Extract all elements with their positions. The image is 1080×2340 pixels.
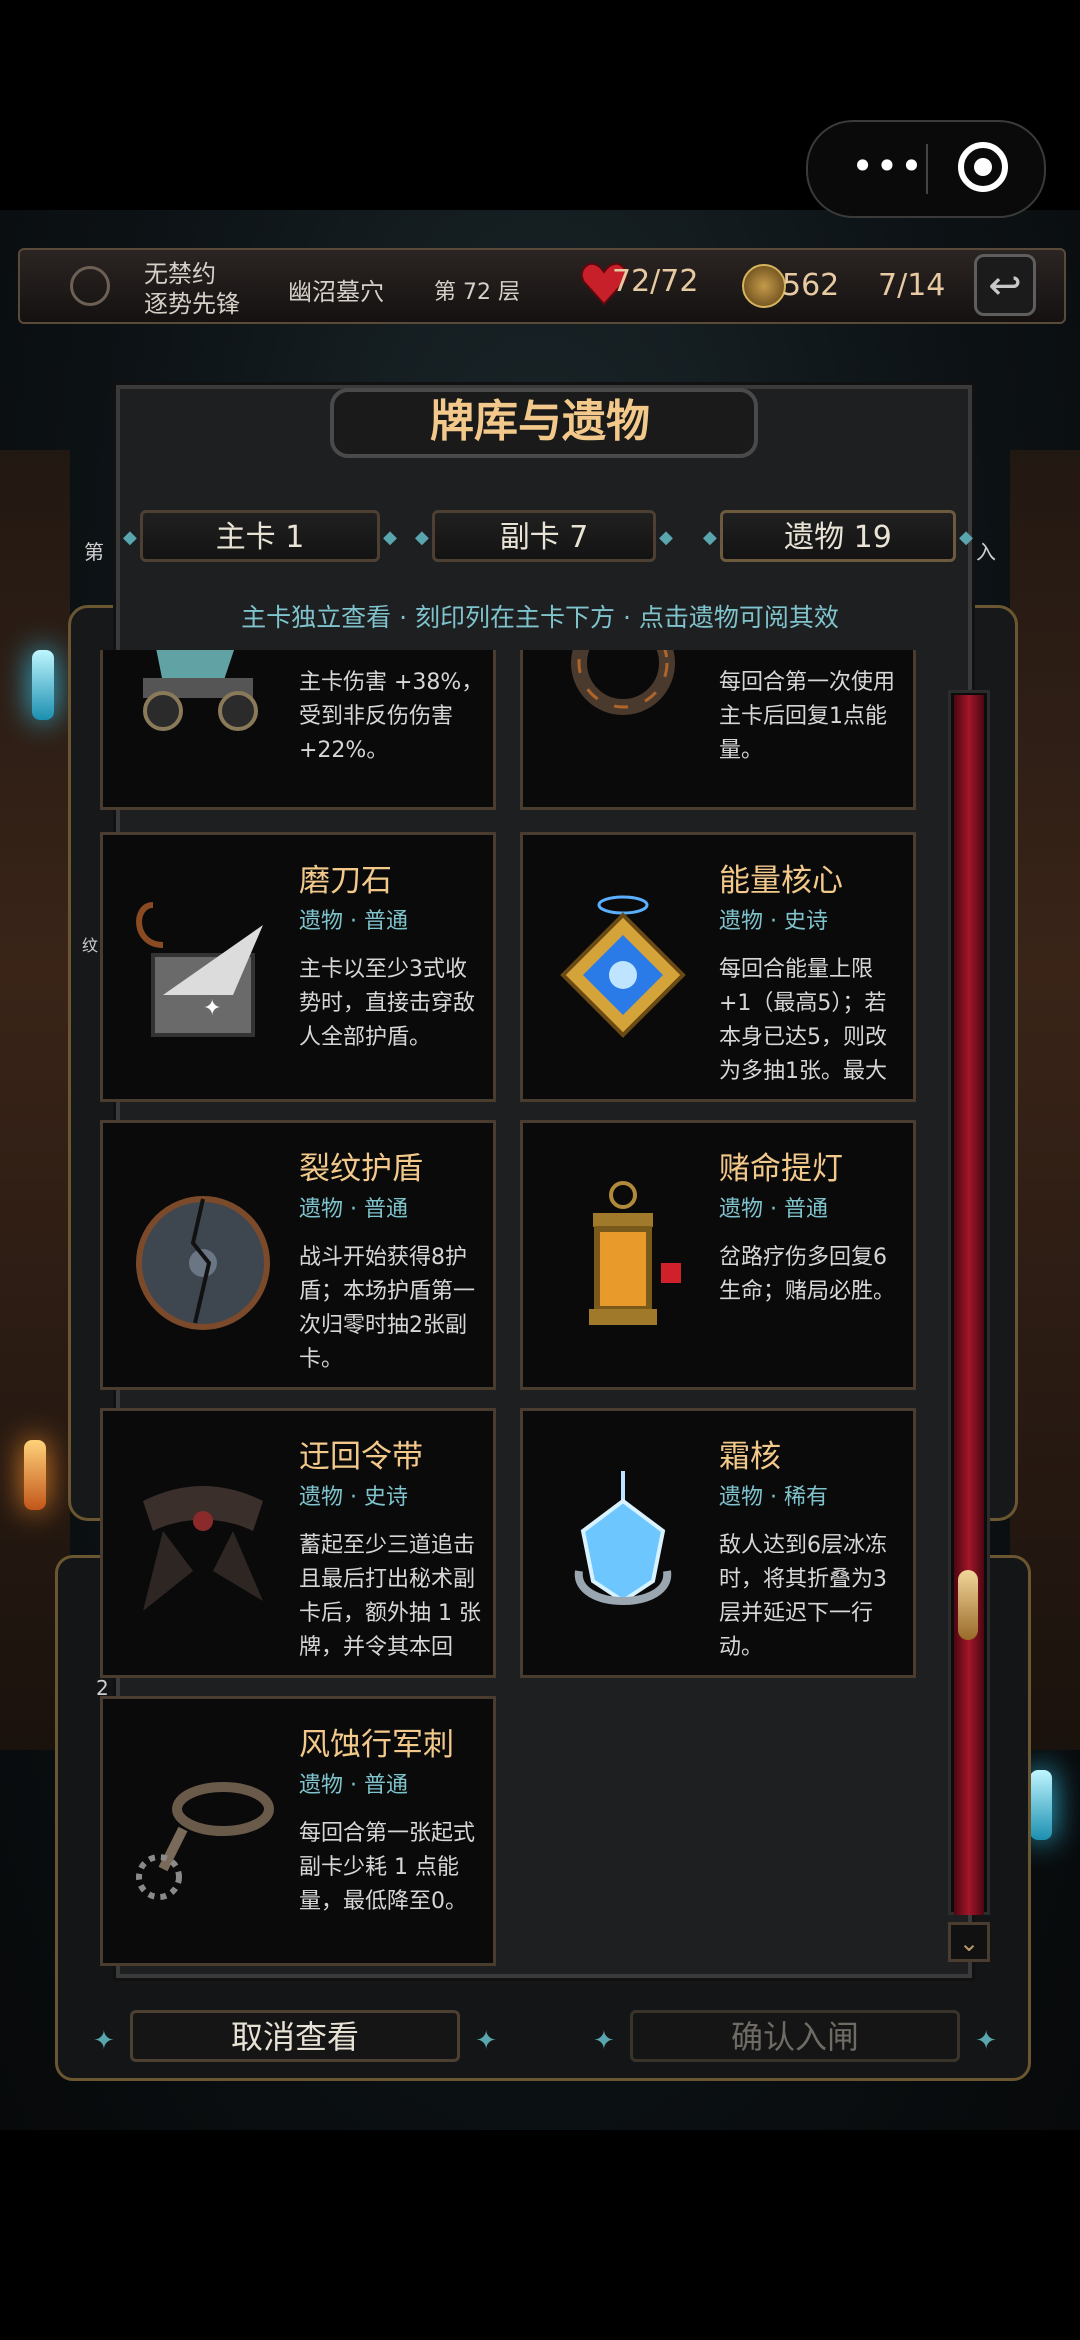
relic-name: 霜核: [719, 1439, 781, 1475]
side-fragment: 第: [84, 540, 104, 564]
relic-rarity: 遗物 · 普通: [299, 909, 408, 934]
relic-card[interactable]: 能量核心 遗物 · 史诗 每回合能量上限 +1（最高5）；若本身已达5，则改为多…: [520, 832, 916, 1102]
lantern-icon: [589, 1181, 681, 1325]
progress-value: 7/14: [878, 268, 946, 303]
energy-core-icon: [560, 895, 686, 1038]
relic-desc: 岔路疗伤多回复6生命；赌局必胜。: [719, 1245, 896, 1304]
relic-desc: 蓄起至少三道追击且最后打出秘术副卡后，额外抽 1 张牌，并令其本回: [299, 1533, 481, 1660]
ring-icon: [571, 650, 675, 715]
relic-card[interactable]: 主卡伤害 +38%，受到非反伤伤害 +22%。: [100, 650, 496, 810]
capsule-divider: [926, 144, 928, 194]
back-button[interactable]: ↩: [974, 254, 1036, 316]
relic-card[interactable]: 赌命提灯 遗物 · 普通 岔路疗伤多回复6生命；赌局必胜。: [520, 1120, 916, 1390]
relic-name: 风蚀行军刺: [299, 1727, 454, 1763]
gold-value: 562: [782, 268, 840, 303]
cancel-view-button[interactable]: 取消查看: [93, 2010, 497, 2065]
orange-torch-icon: [1034, 1440, 1056, 1510]
relic-card[interactable]: 迂回令带 遗物 · 史诗 蓄起至少三道追击且最后打出秘术副卡后，额外抽 1 张牌…: [100, 1408, 496, 1678]
relic-card[interactable]: 裂纹护盾 遗物 · 普通 战斗开始获得8护盾；本场护盾第一次归零时抽2张副卡。: [100, 1120, 496, 1390]
relic-card[interactable]: 风蚀行军刺 遗物 · 普通 每回合第一张起式副卡少耗 1 点能量，最低降至0。: [100, 1696, 496, 1966]
relic-desc: 敌人达到6层冰冻时，将其折叠为3层并延迟下一行动。: [719, 1533, 887, 1660]
more-menu-icon[interactable]: •••: [838, 146, 938, 190]
floor-indicator: 第 72 层: [434, 280, 520, 305]
scroll-end-icon: ⌄: [948, 1922, 990, 1962]
confirm-enter-button[interactable]: 确认入闸: [593, 2010, 997, 2065]
top-status-bar: 无禁约 逐势先锋 幽沼墓穴 第 72 层 72/72 562 7/14 ↩: [18, 248, 1066, 324]
orange-torch-icon: [24, 1440, 46, 1510]
relic-rarity: 遗物 · 普通: [299, 1197, 408, 1222]
relic-card[interactable]: 霜核 遗物 · 稀有 敌人达到6层冰冻时，将其折叠为3层并延迟下一行动。: [520, 1408, 916, 1678]
miniprogram-capsule: •••: [806, 120, 1046, 218]
relic-desc: 主卡伤害 +38%，受到非反伤伤害 +22%。: [299, 670, 484, 763]
gold-coin-icon: [742, 264, 786, 308]
relic-card[interactable]: ✦ 磨刀石 遗物 · 普通 主卡以至少3式收势时，直接击穿敌人全部护盾。: [100, 832, 496, 1102]
close-miniprogram-icon[interactable]: [958, 142, 1008, 192]
relic-name: 磨刀石: [299, 863, 392, 899]
relic-name: 能量核心: [719, 863, 843, 899]
blue-torch-icon: [1030, 1770, 1052, 1840]
compass-icon: [70, 266, 110, 306]
relic-rarity: 遗物 · 普通: [719, 1197, 828, 1222]
relic-desc: 每回合第一张起式副卡少耗 1 点能量，最低降至0。: [299, 1821, 476, 1914]
spur-icon: [136, 1782, 274, 1900]
relic-card[interactable]: 每回合第一次使用主卡后回复1点能量。: [520, 650, 916, 810]
relic-desc: 战斗开始获得8护盾；本场护盾第一次归零时抽2张副卡。: [299, 1245, 476, 1372]
panel-hint: 主卡独立查看 · 刻印列在主卡下方 · 点击遗物可阅其效: [241, 603, 839, 632]
location-name: 幽沼墓穴: [288, 278, 384, 306]
cracked-shield-icon: [136, 1196, 270, 1330]
tab-relics[interactable]: 遗物 19: [703, 510, 973, 563]
blue-torch-icon: [32, 650, 54, 720]
scroll-knob[interactable]: [958, 1570, 978, 1640]
sash-icon: [143, 1486, 263, 1611]
frost-core-icon: [574, 1471, 672, 1605]
relic-rarity: 遗物 · 史诗: [719, 909, 828, 934]
relic-rarity: 遗物 · 稀有: [719, 1485, 828, 1510]
tab-sub-cards[interactable]: 副卡 7: [415, 510, 673, 563]
mode-line2: 逐势先锋: [144, 290, 240, 318]
relic-name: 迂回令带: [299, 1439, 423, 1475]
tab-main-cards[interactable]: 主卡 1: [123, 510, 397, 563]
relic-desc: 每回合能量上限 +1（最高5）；若本身已达5，则改为多抽1张。最大生命: [719, 957, 887, 1084]
relic-name: 裂纹护盾: [299, 1151, 423, 1187]
relic-desc: 每回合第一次使用主卡后回复1点能量。: [719, 670, 896, 763]
hp-value: 72/72: [612, 264, 699, 299]
return-arrow-icon: ↩: [988, 263, 1022, 309]
relic-rarity: 遗物 · 普通: [299, 1773, 408, 1798]
whetstone-icon: ✦: [136, 902, 263, 1037]
scrollbar-thumb[interactable]: [954, 695, 984, 1915]
relic-desc: 主卡以至少3式收势时，直接击穿敌人全部护盾。: [299, 957, 476, 1050]
relic-name: 赌命提灯: [719, 1151, 843, 1187]
cart-icon: [143, 650, 258, 731]
relic-grid: 主卡伤害 +38%，受到非反伤伤害 +22%。 每回合第一次使用主卡后回复1点能…: [100, 650, 930, 1970]
relic-rarity: 遗物 · 史诗: [299, 1485, 408, 1510]
side-fragment: 纹: [82, 936, 99, 955]
side-fragment: 入: [976, 540, 996, 564]
panel-title: 牌库与遗物: [430, 396, 650, 447]
svg-text:✦: ✦: [203, 996, 221, 1021]
